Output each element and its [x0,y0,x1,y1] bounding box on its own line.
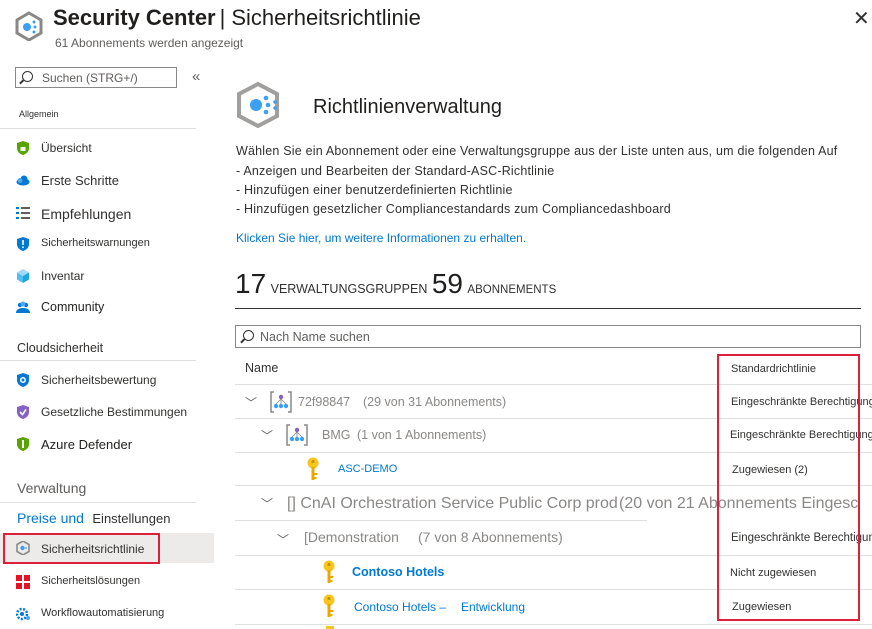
sidebar-item-workflow[interactable]: Workflowautomatisierung [0,600,214,628]
chevron-down-icon[interactable]: ﹀ [245,394,257,411]
divider [0,502,196,503]
divider [235,624,872,625]
management-group-icon [270,391,292,413]
row-name: [] CnAI Orchestration Service Public Cor… [287,495,618,512]
sidebar-item-label: Azure Defender [41,437,133,452]
shield-score-icon [17,373,29,387]
row-name: 72f98847 [298,395,351,409]
cube-icon [17,269,29,283]
sidebar-item-label: Übersicht [41,141,92,155]
search-icon [243,330,254,341]
management-group-icon [286,424,308,446]
sidebar-item-azure-defender[interactable]: Azure Defender [0,430,214,458]
chevron-down-icon[interactable]: ﹀ [277,531,289,548]
row-name: [Demonstration [304,529,399,545]
sidebar-item-label: Gesetzliche Bestimmungen [41,405,188,419]
shield-defender-icon [17,437,29,451]
key-icon [307,457,319,480]
row-name: BMG [322,428,351,442]
section-management: Verwaltung [17,480,87,496]
close-icon[interactable]: ✕ [853,6,870,31]
sidebar-item-label: Inventar [41,269,85,283]
collapse-sidebar-icon[interactable]: « [192,68,200,85]
divider [0,128,196,129]
sidebar-item-alerts[interactable]: Sicherheitswarnungen [0,230,214,258]
shield-lock-icon [17,141,29,155]
row-detail: (29 von 31 Abonnements) [363,395,507,409]
key-icon [323,594,335,617]
policy-management-icon [236,81,284,129]
divider [0,360,196,361]
section-cloud-security: Cloudsicherheit [17,341,104,355]
sidebar-item-pricing[interactable]: Preise und Einstellungen [17,510,170,528]
row-name-link[interactable]: ASC-DEMO [338,463,397,475]
sidebar-item-recommendations[interactable]: Empfehlungen [0,199,214,227]
workflow-gear-icon [16,607,30,621]
sidebar-item-label: Sicherheitswarnungen [41,237,150,249]
sidebar-item-getting-started[interactable]: Erste Schritte [0,166,214,194]
description: Wählen Sie ein Abonnement oder eine Verw… [236,144,838,158]
summary-counts: 17 VERWALTUNGSGRUPPEN 59 ABONNEMENTS [235,268,556,300]
page-title: Security Center | Sicherheitsrichtlinie [53,5,421,31]
sidebar-item-compliance[interactable]: Gesetzliche Bestimmungen [0,398,214,426]
row-name-link[interactable]: Contoso Hotels – [354,600,446,614]
people-icon [16,301,30,313]
sidebar-item-label: Community [41,300,105,314]
page-subtitle: Sicherheitsrichtlinie [231,5,421,30]
bullet-item: - Anzeigen und Bearbeiten der Standard-A… [236,164,555,178]
list-icon [16,207,30,219]
sidebar-item-label: Erste Schritte [41,173,120,188]
sidebar-item-label: Workflowautomatisierung [41,607,165,619]
sidebar-item-label: Sicherheitslösungen [41,575,141,587]
groups-label: VERWALTUNGSGRUPPEN [270,282,428,296]
shield-alert-icon [17,237,29,251]
bullet-item: - Hinzufügen gesetzlicher Compliancestan… [236,202,671,216]
app-title: Security Center [53,5,216,30]
section-general: Allgemein [19,109,59,119]
subscription-count: 61 Abonnements werden angezeigt [55,36,244,50]
chevron-down-icon[interactable]: ﹀ [261,495,273,512]
settings-label: Einstellungen [92,511,171,526]
row-name-link[interactable]: Contoso Hotels [352,565,444,579]
sidebar-search-input[interactable]: Suchen (STRG+/) [15,67,177,88]
sidebar-item-overview[interactable]: Übersicht [0,134,214,162]
key-icon [323,560,335,583]
shield-compliance-icon [17,405,29,419]
sidebar-search-placeholder: Suchen (STRG+/) [42,71,138,85]
sidebar-item-label: Sicherheitsbewertung [41,373,157,387]
name-search-placeholder: Nach Name suchen [260,330,370,344]
row-detail-link[interactable]: Entwicklung [461,600,525,614]
policy-column-highlight-box [717,354,860,621]
section-title: Richtlinienverwaltung [313,96,502,118]
learn-more-link[interactable]: Klicken Sie hier, um weitere Information… [236,231,526,245]
row-detail: (7 von 8 Abonnements) [418,529,563,545]
grid-icon [16,575,30,589]
name-search-input[interactable]: Nach Name suchen [235,325,861,348]
divider [235,308,861,309]
cloud-icon [16,175,30,186]
row-detail: (1 von 1 Abonnements) [357,428,487,442]
search-icon [22,71,33,82]
title-separator: | [219,5,226,30]
policy-highlight-box [3,533,160,564]
groups-count: 17 [235,268,267,299]
sidebar-item-inventory[interactable]: Inventar [0,262,214,290]
column-header-name[interactable]: Name [245,361,278,375]
sidebar-item-secure-score[interactable]: Sicherheitsbewertung [0,366,214,394]
pricing-label: Preise und [17,510,84,526]
sidebar-item-solutions[interactable]: Sicherheitslösungen [0,568,214,596]
chevron-down-icon[interactable]: ﹀ [261,427,273,444]
subscriptions-count: 59 [431,268,463,299]
sidebar-item-label: Empfehlungen [41,206,132,222]
security-center-logo-icon [15,11,43,42]
sidebar-item-community[interactable]: Community [0,293,214,321]
subscriptions-label: ABONNEMENTS [467,284,557,296]
bullet-item: - Hinzufügen einer benutzerdefinierten R… [236,183,513,197]
